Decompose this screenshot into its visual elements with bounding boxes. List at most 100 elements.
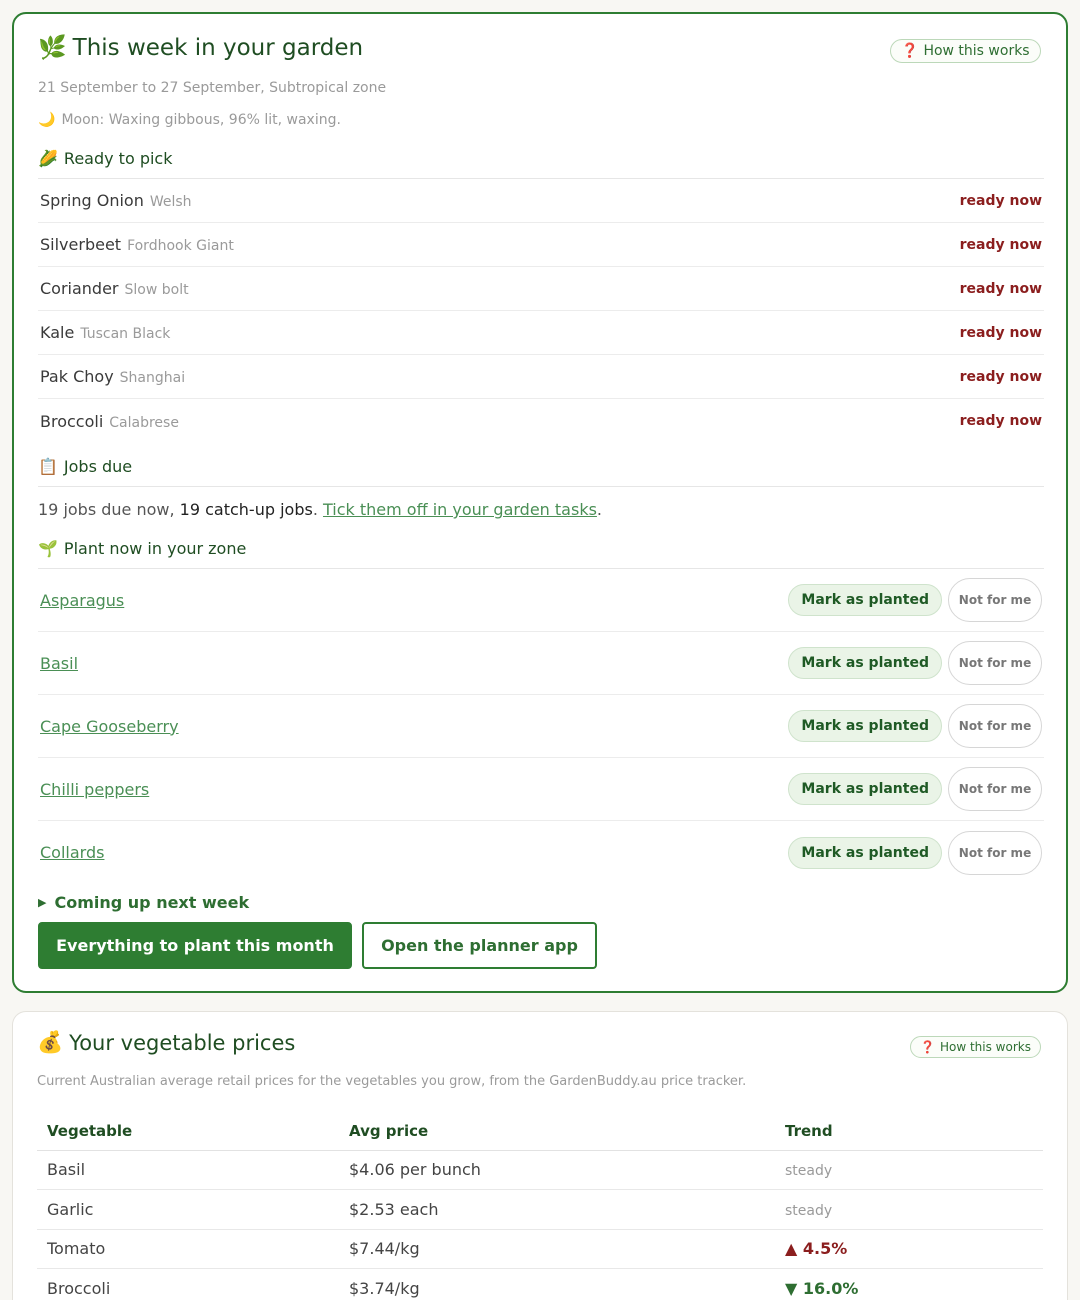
not-for-me-button[interactable]: Not for me xyxy=(948,767,1042,811)
money-bag-icon: 💰 xyxy=(37,1030,64,1054)
veg-cell: Broccoli xyxy=(37,1268,339,1300)
triangle-right-icon: ▶ xyxy=(38,896,47,909)
veg-variety: Tuscan Black xyxy=(80,326,171,342)
coming-up-next-week-toggle[interactable]: ▶ Coming up next week xyxy=(38,893,249,912)
ready-status: ready now xyxy=(959,192,1042,209)
jobs-end: . xyxy=(596,500,603,519)
garden-tasks-link[interactable]: Tick them off in your garden tasks xyxy=(323,500,597,519)
how-this-works-label: How this works xyxy=(923,43,1030,59)
ready-status: ready now xyxy=(959,368,1042,385)
trend-cell: steady xyxy=(785,1163,833,1180)
not-for-me-button[interactable]: Not for me xyxy=(948,704,1042,748)
price-cell: $7.44/kg xyxy=(339,1229,775,1269)
question-icon: ❓ xyxy=(920,1040,935,1054)
veg-name: Coriander xyxy=(40,279,119,298)
plant-link[interactable]: Collards xyxy=(40,843,104,862)
veg-variety: Calabrese xyxy=(109,414,179,431)
how-this-works-button[interactable]: ❓ How this works xyxy=(890,39,1041,63)
veg-variety: Welsh xyxy=(149,194,192,210)
plant-row: Basil Mark as planted Not for me xyxy=(38,632,1044,695)
open-planner-button[interactable]: Open the planner app xyxy=(362,922,597,969)
plant-link[interactable]: Basil xyxy=(40,654,78,673)
trend-cell: ▼ 16.0% xyxy=(785,1278,859,1298)
column-header-price: Avg price xyxy=(339,1112,775,1151)
mark-as-planted-button[interactable]: Mark as planted xyxy=(788,710,942,742)
table-row: Basil $4.06 per bunch steady xyxy=(37,1150,1043,1190)
plant-now-heading-label: Plant now in your zone xyxy=(63,539,247,558)
date-range: 21 September to 27 September, Subtropica… xyxy=(38,80,387,96)
jobs-heading-label: Jobs due xyxy=(63,457,133,476)
pick-row: Kale Tuscan Black ready now xyxy=(38,311,1044,355)
plant-link[interactable]: Asparagus xyxy=(40,591,124,610)
mark-as-planted-button[interactable]: Mark as planted xyxy=(788,836,942,869)
ready-status: ready now xyxy=(959,324,1042,341)
clipboard-icon: 📋 xyxy=(38,457,58,476)
corn-icon: 🌽 xyxy=(38,149,58,168)
garden-title-text: This week in your garden xyxy=(72,34,364,61)
veg-variety: Shanghai xyxy=(119,370,186,386)
price-cell: $3.74/kg xyxy=(339,1268,775,1300)
jobs-separator: . xyxy=(312,500,323,519)
pick-row: Coriander Slow bolt ready now xyxy=(38,267,1044,311)
not-for-me-button[interactable]: Not for me xyxy=(948,641,1042,685)
veg-variety: Slow bolt xyxy=(124,282,189,298)
veg-name: Spring Onion xyxy=(40,191,144,210)
jobs-due-heading: 📋 Jobs due xyxy=(38,457,1044,487)
pick-row: Spring Onion Welsh ready now xyxy=(38,179,1044,223)
seedling-icon: 🌱 xyxy=(38,539,58,558)
veg-name: Broccoli xyxy=(40,411,104,431)
ready-status: ready now xyxy=(959,280,1042,297)
column-header-vegetable: Vegetable xyxy=(37,1112,339,1151)
ready-to-pick-heading: 🌽 Ready to pick xyxy=(38,149,1044,179)
prices-subtitle: Current Australian average retail prices… xyxy=(37,1074,747,1089)
veg-name: Kale xyxy=(40,323,75,342)
price-table: Vegetable Avg price Trend Basil $4.06 pe… xyxy=(37,1112,1043,1300)
coming-up-label: Coming up next week xyxy=(54,893,250,912)
price-cell: $2.53 each xyxy=(339,1189,775,1230)
pick-row: Broccoli Calabrese ready now xyxy=(38,399,1044,443)
plant-row: Collards Mark as planted Not for me xyxy=(38,821,1044,884)
plant-actions: Mark as planted Not for me xyxy=(788,641,1042,685)
jobs-due-count: 19 jobs due now, xyxy=(38,500,180,519)
herb-icon: 🌿 xyxy=(38,35,67,61)
question-icon: ❓ xyxy=(901,43,919,59)
trend-cell: ▲ 4.5% xyxy=(785,1239,848,1259)
jobs-summary: 19 jobs due now, 19 catch-up jobs. Tick … xyxy=(38,500,602,519)
pick-row: Pak Choy Shanghai ready now xyxy=(38,355,1044,399)
pick-row: Silverbeet Fordhook Giant ready now xyxy=(38,223,1044,267)
not-for-me-button[interactable]: Not for me xyxy=(948,830,1042,875)
price-cell: $4.06 per bunch xyxy=(339,1150,775,1190)
garden-title: 🌿 This week in your garden xyxy=(38,34,364,62)
mark-as-planted-button[interactable]: Mark as planted xyxy=(788,773,942,805)
prices-card: 💰 Your vegetable prices ❓ How this works… xyxy=(12,1011,1068,1300)
ready-heading-label: Ready to pick xyxy=(63,149,173,168)
ready-status: ready now xyxy=(959,413,1042,429)
plant-link[interactable]: Cape Gooseberry xyxy=(40,717,179,736)
plant-actions: Mark as planted Not for me xyxy=(788,767,1042,811)
how-this-works-button[interactable]: ❓ How this works xyxy=(910,1036,1041,1058)
veg-variety: Fordhook Giant xyxy=(127,238,234,254)
veg-cell: Basil xyxy=(37,1150,339,1190)
mark-as-planted-button[interactable]: Mark as planted xyxy=(788,647,942,679)
catchup-jobs-count: 19 catch-up jobs xyxy=(179,500,313,519)
moon-text: Moon: Waxing gibbous, 96% lit, waxing. xyxy=(61,112,341,128)
table-row: Broccoli $3.74/kg ▼ 16.0% xyxy=(37,1268,1043,1300)
plant-row: Chilli peppers Mark as planted Not for m… xyxy=(38,758,1044,821)
moon-icon: 🌙 xyxy=(38,112,56,128)
not-for-me-button[interactable]: Not for me xyxy=(948,578,1042,622)
prices-title-text: Your vegetable prices xyxy=(69,1030,296,1055)
trend-cell: steady xyxy=(785,1202,833,1219)
plant-now-heading: 🌱 Plant now in your zone xyxy=(38,539,1044,569)
plant-actions: Mark as planted Not for me xyxy=(788,578,1042,622)
mark-as-planted-button[interactable]: Mark as planted xyxy=(788,584,942,616)
ready-status: ready now xyxy=(959,236,1042,253)
column-header-trend: Trend xyxy=(775,1112,1043,1151)
table-row: Tomato $7.44/kg ▲ 4.5% xyxy=(37,1229,1043,1269)
veg-cell: Garlic xyxy=(37,1189,339,1230)
plant-actions: Mark as planted Not for me xyxy=(788,704,1042,748)
plant-this-month-button[interactable]: Everything to plant this month xyxy=(38,922,352,969)
plant-row: Asparagus Mark as planted Not for me xyxy=(38,569,1044,632)
garden-card: 🌿 This week in your garden ❓ How this wo… xyxy=(12,12,1068,993)
veg-cell: Tomato xyxy=(37,1229,339,1269)
plant-link[interactable]: Chilli peppers xyxy=(40,780,149,799)
